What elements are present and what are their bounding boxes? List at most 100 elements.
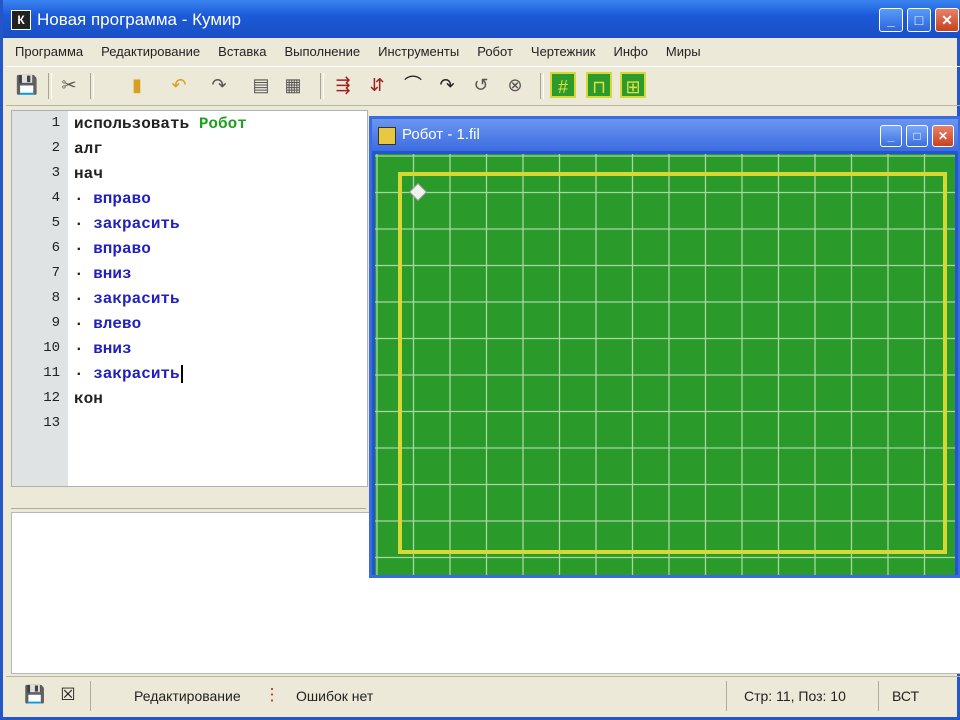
line-number: 4 — [51, 190, 60, 206]
save-icon[interactable]: 💾 — [14, 72, 40, 98]
keyword: алг — [74, 140, 103, 158]
robot-command: закрасить — [93, 215, 180, 233]
status-mode: Редактирование — [134, 688, 241, 704]
arc-icon-2[interactable]: ↷ — [434, 72, 460, 98]
robot-command: вниз — [93, 340, 132, 358]
status-errors: Ошибок нет — [296, 688, 374, 704]
line-number: 8 — [51, 290, 60, 306]
traffic-light-icon: ⋮ — [263, 685, 281, 704]
line-number: 13 — [43, 415, 60, 431]
robot-field[interactable] — [375, 154, 955, 575]
robot-command: вниз — [93, 265, 132, 283]
toolbar-separator — [320, 73, 324, 99]
robot-window-title: Робот - 1.fil — [402, 126, 480, 143]
robot-cmd-icon[interactable]: ⇶ — [330, 72, 356, 98]
keyword: · — [74, 290, 94, 308]
robot-close-button[interactable]: ✕ — [932, 125, 954, 147]
status-divider — [90, 681, 91, 711]
robot-grid — [375, 154, 955, 575]
robot-command: влево — [93, 315, 142, 333]
arc-icon-3[interactable]: ↺ — [468, 72, 494, 98]
keyword: · — [74, 265, 94, 283]
menu-program[interactable]: Программа — [6, 40, 92, 59]
line-number: 1 — [51, 115, 60, 131]
block-icon-2[interactable]: ▦ — [280, 72, 306, 98]
code-text: кон — [74, 390, 103, 408]
code-text: · закрасить — [74, 290, 180, 308]
undo-icon[interactable]: ↶ — [166, 72, 192, 98]
save-status-icon[interactable]: 💾 — [24, 685, 45, 705]
menu-info[interactable]: Инфо — [604, 40, 656, 59]
code-text: · закрасить — [74, 365, 183, 383]
line-number: 3 — [51, 165, 60, 181]
keyword: · — [74, 240, 94, 258]
code-editor[interactable]: 1 использовать Робот 2 алг 3 нач 4 · вправо 5 · з… — [11, 110, 368, 487]
text-caret — [180, 365, 183, 383]
line-number: 7 — [51, 265, 60, 281]
title-bar[interactable]: К Новая программа - Кумир _ □ ✕ — [3, 0, 960, 38]
stop-icon[interactable]: ⊗ — [502, 72, 528, 98]
grid-icon[interactable]: # — [550, 72, 576, 98]
toolbar-separator — [48, 73, 52, 99]
keyword: · — [74, 365, 94, 384]
line-number: 5 — [51, 215, 60, 231]
menu-insert[interactable]: Вставка — [209, 40, 275, 59]
robot-window: Робот - 1.fil _ □ ✕ — [369, 116, 960, 578]
robot-command: закрасить — [93, 365, 180, 384]
robot-command: закрасить — [93, 290, 180, 308]
menu-robot[interactable]: Робот — [468, 40, 522, 59]
line-number: 11 — [43, 365, 60, 381]
editor-scroll-area[interactable] — [11, 488, 366, 509]
code-text: · вправо — [74, 190, 151, 208]
paste-icon[interactable]: ▮ — [124, 72, 150, 98]
status-bar: 💾 ☒ Редактирование ⋮ Ошибок нет Стр: 11,… — [6, 676, 960, 717]
frame-icon[interactable]: ⊓ — [586, 72, 612, 98]
menu-run[interactable]: Выполнение — [275, 40, 369, 59]
robot-cmd-icon-2[interactable]: ⇵ — [364, 72, 390, 98]
line-number: 2 — [51, 140, 60, 156]
status-divider — [726, 681, 727, 711]
window-title: Новая программа - Кумир — [37, 10, 241, 29]
grid-icon-2[interactable]: ⊞ — [620, 72, 646, 98]
line-number: 9 — [51, 315, 60, 331]
robot-command: вправо — [93, 190, 151, 208]
keyword: · — [74, 190, 94, 208]
close-button[interactable]: ✕ — [935, 8, 959, 32]
code-text: · вниз — [74, 265, 132, 283]
keyword: использовать — [74, 115, 199, 133]
robot-minimize-button[interactable]: _ — [880, 125, 902, 147]
cut-icon[interactable]: ✂ — [56, 72, 82, 98]
status-divider — [878, 681, 879, 711]
code-text: использовать Робот — [74, 115, 247, 133]
main-window: К Новая программа - Кумир _ □ ✕ Программ… — [0, 0, 960, 720]
robot-app-icon — [378, 127, 396, 145]
robot-command: вправо — [93, 240, 151, 258]
keyword: кон — [74, 390, 103, 408]
field-border-wall — [398, 172, 947, 554]
maximize-button[interactable]: □ — [907, 8, 931, 32]
app-icon: К — [11, 10, 31, 30]
status-position: Стр: 11, Поз: 10 — [744, 688, 846, 704]
code-text: · вниз — [74, 340, 132, 358]
minimize-button[interactable]: _ — [879, 8, 903, 32]
keyword: нач — [74, 165, 103, 183]
keyword: · — [74, 315, 94, 333]
close-status-icon[interactable]: ☒ — [58, 685, 78, 705]
keyword: · — [74, 215, 94, 233]
robot-title-bar[interactable]: Робот - 1.fil _ □ ✕ — [372, 119, 958, 151]
block-icon[interactable]: ▤ — [248, 72, 274, 98]
code-text: алг — [74, 140, 103, 158]
menu-drawer[interactable]: Чертежник — [522, 40, 605, 59]
redo-icon[interactable]: ↷ — [206, 72, 232, 98]
code-text: · закрасить — [74, 215, 180, 233]
robot-maximize-button[interactable]: □ — [906, 125, 928, 147]
module-name: Робот — [198, 115, 247, 133]
arc-icon[interactable]: ⌒ — [400, 72, 426, 98]
menu-tools[interactable]: Инструменты — [369, 40, 468, 59]
toolbar: 💾 ✂ ▮ ↶ ↷ ▤ ▦ ⇶ ⇵ ⌒ ↷ ↺ ⊗ # ⊓ ⊞ — [6, 66, 960, 106]
menu-edit[interactable]: Редактирование — [92, 40, 209, 59]
status-insert-mode: ВСТ — [892, 688, 920, 704]
toolbar-separator — [90, 73, 94, 99]
toolbar-separator — [540, 73, 544, 99]
menu-worlds[interactable]: Миры — [657, 40, 710, 59]
